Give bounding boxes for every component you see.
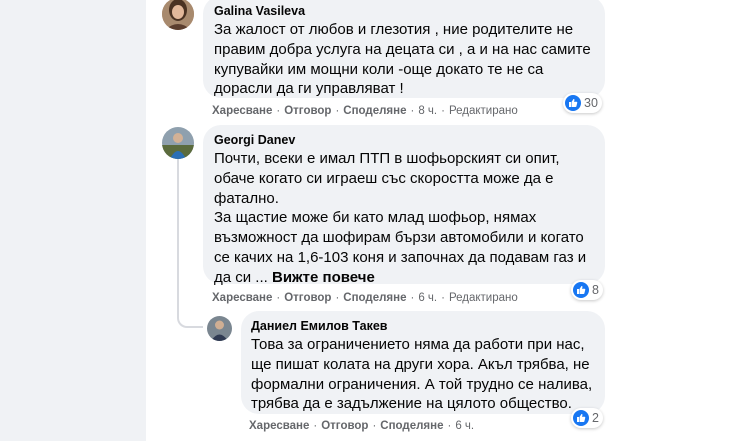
reply-link[interactable]: Отговор	[321, 420, 368, 432]
comment-author[interactable]: Даниел Емилов Такев	[251, 319, 387, 333]
comment-actions: Харесване · Отговор · Споделяне · 6 ч.	[249, 420, 475, 432]
timestamp[interactable]: 8 ч.	[418, 105, 437, 117]
avatar[interactable]	[162, 127, 194, 159]
like-link[interactable]: Харесване	[212, 292, 272, 304]
share-link[interactable]: Споделяне	[380, 420, 443, 432]
comments-panel: Galina Vasileva За жалост от любов и гле…	[146, 0, 749, 441]
reaction-count[interactable]: 2	[571, 408, 603, 428]
edited-label: Редактирано	[448, 105, 518, 117]
like-icon	[573, 282, 589, 298]
like-icon	[573, 410, 589, 426]
like-link[interactable]: Харесване	[249, 420, 309, 432]
avatar[interactable]	[207, 316, 232, 341]
comment-bubble: Georgi Danev Почти, всеки е имал ПТП в ш…	[203, 125, 605, 286]
comment-author[interactable]: Georgi Danev	[214, 133, 295, 147]
comment-actions: Харесване · Отговор · Споделяне · 6 ч. ·…	[212, 292, 518, 304]
reaction-count[interactable]: 30	[563, 93, 602, 113]
comment-actions: Харесване · Отговор · Споделяне · 8 ч. ·…	[212, 105, 518, 117]
comment-author[interactable]: Galina Vasileva	[214, 4, 305, 18]
reaction-count[interactable]: 8	[571, 280, 603, 300]
edited-label: Редактирано	[448, 292, 518, 304]
reply-bubble: Даниел Емилов Такев Това за ограничениет…	[241, 311, 605, 414]
like-link[interactable]: Харесване	[212, 105, 272, 117]
comment-text: Почти, всеки е имал ПТП в шофьорският си…	[214, 150, 587, 286]
comment-text: За жалост от любов и глезотия , ние роди…	[214, 21, 591, 98]
timestamp[interactable]: 6 ч.	[418, 292, 437, 304]
reply-link[interactable]: Отговор	[284, 292, 331, 304]
avatar[interactable]	[162, 0, 194, 30]
comment-text: Това за ограничението няма да работи при…	[251, 336, 593, 413]
timestamp[interactable]: 6 ч.	[455, 420, 474, 432]
share-link[interactable]: Споделяне	[343, 292, 406, 304]
thread-connector	[177, 159, 203, 328]
comment-bubble: Galina Vasileva За жалост от любов и гле…	[203, 0, 605, 98]
share-link[interactable]: Споделяне	[343, 105, 406, 117]
see-more-link[interactable]: Вижте повече	[272, 269, 375, 286]
like-icon	[565, 95, 581, 111]
reply-link[interactable]: Отговор	[284, 105, 331, 117]
